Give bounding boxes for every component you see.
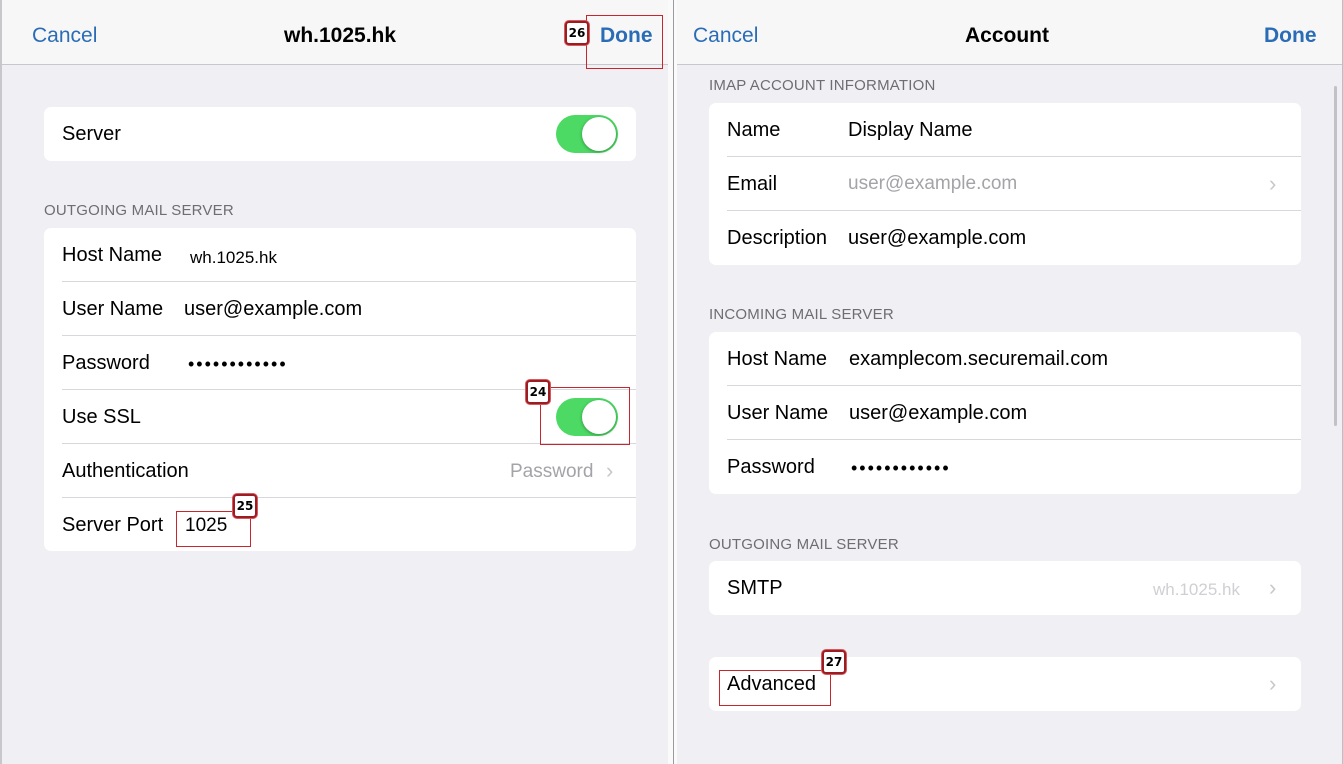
incoming-host-name-row[interactable]: Host Name examplecom.securemail.com xyxy=(709,332,1301,386)
smtp-value: wh.1025.hk xyxy=(1153,580,1240,599)
imap-section-header: IMAP ACCOUNT INFORMATION xyxy=(709,77,936,94)
annotation-badge-24: 24 xyxy=(526,380,550,404)
authentication-value: Password xyxy=(510,461,594,482)
email-label: Email xyxy=(727,173,778,195)
authentication-label: Authentication xyxy=(62,460,189,482)
server-port-label: Server Port xyxy=(62,514,164,536)
annotation-box-ssl xyxy=(540,387,630,445)
user-name-label: User Name xyxy=(727,402,829,424)
incoming-password-row[interactable]: Password •••••••••••• xyxy=(709,440,1301,494)
name-label: Name xyxy=(727,119,781,141)
annotation-badge-25: 25 xyxy=(233,494,257,518)
host-name-label: Host Name xyxy=(727,348,828,370)
email-row[interactable]: Email user@example.com › xyxy=(709,157,1301,211)
annotation-box-done xyxy=(586,15,663,69)
chevron-right-icon: › xyxy=(1269,171,1277,196)
smtp-label: SMTP xyxy=(727,577,783,599)
cancel-button[interactable]: Cancel xyxy=(693,24,758,48)
password-label: Password xyxy=(62,352,150,374)
use-ssl-label: Use SSL xyxy=(62,406,141,428)
left-panel-server-settings: Cancel wh.1025.hk Done Server OUTGOING M… xyxy=(0,0,668,764)
right-navbar: Cancel Account Done xyxy=(677,0,1342,65)
server-label: Server xyxy=(62,123,121,145)
name-row[interactable]: Name Display Name xyxy=(709,103,1301,157)
toggle-knob xyxy=(582,117,616,151)
split-divider-line xyxy=(673,0,674,764)
done-button[interactable]: Done xyxy=(1264,24,1317,48)
user-name-field[interactable]: user@example.com xyxy=(184,298,362,321)
right-panel-account: Cancel Account Done IMAP ACCOUNT INFORMA… xyxy=(677,0,1343,764)
server-port-row[interactable]: Server Port 1025 xyxy=(44,498,636,551)
host-name-field[interactable]: wh.1025.hk xyxy=(190,248,277,268)
description-label: Description xyxy=(727,227,828,249)
incoming-user-name-row[interactable]: User Name user@example.com xyxy=(709,386,1301,440)
incoming-group: Host Name examplecom.securemail.com User… xyxy=(709,332,1301,494)
email-value: user@example.com xyxy=(848,173,1018,194)
chevron-right-icon: › xyxy=(606,458,614,483)
outgoing-section-header: OUTGOING MAIL SERVER xyxy=(44,202,234,219)
user-name-row[interactable]: User Name user@example.com xyxy=(44,282,636,336)
incoming-section-header: INCOMING MAIL SERVER xyxy=(709,306,894,323)
page-title: Account xyxy=(965,24,1049,47)
cancel-button[interactable]: Cancel xyxy=(32,24,97,48)
password-label: Password xyxy=(727,456,815,478)
host-name-row[interactable]: Host Name wh.1025.hk xyxy=(44,228,636,282)
annotation-badge-27: 27 xyxy=(822,650,846,674)
smtp-row[interactable]: SMTP wh.1025.hk › xyxy=(709,561,1301,615)
page-title: wh.1025.hk xyxy=(284,24,397,47)
host-name-label: Host Name xyxy=(62,244,163,266)
server-toggle[interactable] xyxy=(556,115,618,153)
authentication-row[interactable]: Authentication Password › xyxy=(44,444,636,498)
host-name-field[interactable]: examplecom.securemail.com xyxy=(849,348,1108,371)
password-field[interactable]: •••••••••••• xyxy=(188,354,288,375)
chevron-right-icon: › xyxy=(1269,671,1277,696)
annotation-box-advanced xyxy=(719,670,831,706)
imap-group: Name Display Name Email user@example.com… xyxy=(709,103,1301,265)
description-field[interactable]: user@example.com xyxy=(848,227,1026,250)
password-field[interactable]: •••••••••••• xyxy=(851,458,951,479)
user-name-field[interactable]: user@example.com xyxy=(849,402,1027,425)
scrollbar[interactable] xyxy=(1334,86,1337,426)
outgoing-section-header: OUTGOING MAIL SERVER xyxy=(709,536,899,553)
annotation-badge-26: 26 xyxy=(565,21,589,45)
server-group: Server xyxy=(44,107,636,161)
description-row[interactable]: Description user@example.com xyxy=(709,211,1301,265)
chevron-right-icon: › xyxy=(1269,575,1277,600)
name-field[interactable]: Display Name xyxy=(848,119,972,142)
user-name-label: User Name xyxy=(62,298,164,320)
server-row: Server xyxy=(44,107,636,161)
smtp-group: SMTP wh.1025.hk › xyxy=(709,561,1301,615)
